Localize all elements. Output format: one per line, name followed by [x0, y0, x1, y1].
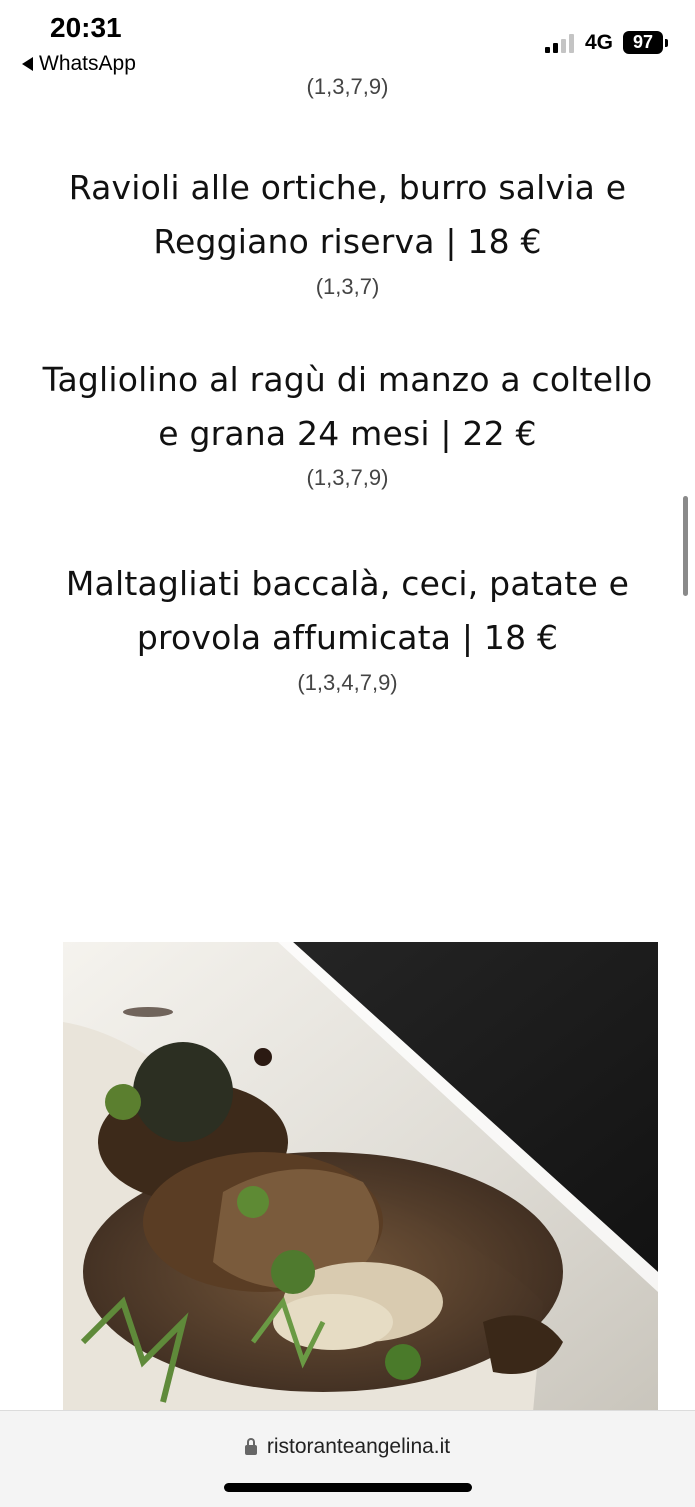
- lock-icon: [244, 1438, 257, 1455]
- back-app-label: WhatsApp: [39, 52, 136, 75]
- url-display[interactable]: ristoranteangelina.it: [0, 1435, 695, 1459]
- dish-1-name-line1: Ravioli alle ortiche, burro salvia e: [68, 168, 627, 207]
- dish-3-name-line2: provola affumicata | 18 €: [136, 618, 559, 657]
- back-to-app-button[interactable]: WhatsApp: [22, 52, 136, 76]
- dish-3-allergens: (1,3,4,7,9): [297, 670, 398, 695]
- dish-photo-illustration: [63, 942, 658, 1412]
- status-bar: 20:31 WhatsApp 4G 97: [0, 0, 695, 80]
- url-text: ristoranteangelina.it: [266, 1435, 451, 1458]
- network-type: 4G: [585, 31, 614, 54]
- dish-1-name-line2: Reggiano riserva | 18 €: [153, 222, 542, 261]
- back-triangle-icon: [22, 57, 33, 71]
- dish-2-name-line1: Tagliolino al ragù di manzo a coltello: [42, 360, 653, 399]
- dish-2-allergens: (1,3,7,9): [306, 465, 389, 490]
- page-scrollbar[interactable]: [683, 496, 688, 596]
- dish-photo: [63, 942, 658, 1412]
- allergens-partial: (1,3,7,9): [306, 74, 389, 99]
- browser-address-bar[interactable]: ristoranteangelina.it: [0, 1410, 695, 1507]
- dish-1-allergens: (1,3,7): [315, 274, 380, 299]
- dish-2-name-line2: e grana 24 mesi | 22 €: [158, 414, 537, 453]
- battery-icon: 97: [623, 31, 668, 54]
- signal-bars-icon: [545, 33, 574, 53]
- status-time: 20:31: [50, 12, 122, 43]
- dish-3-name-line1: Maltagliati baccalà, ceci, patate e: [65, 564, 630, 603]
- home-indicator[interactable]: [224, 1483, 472, 1492]
